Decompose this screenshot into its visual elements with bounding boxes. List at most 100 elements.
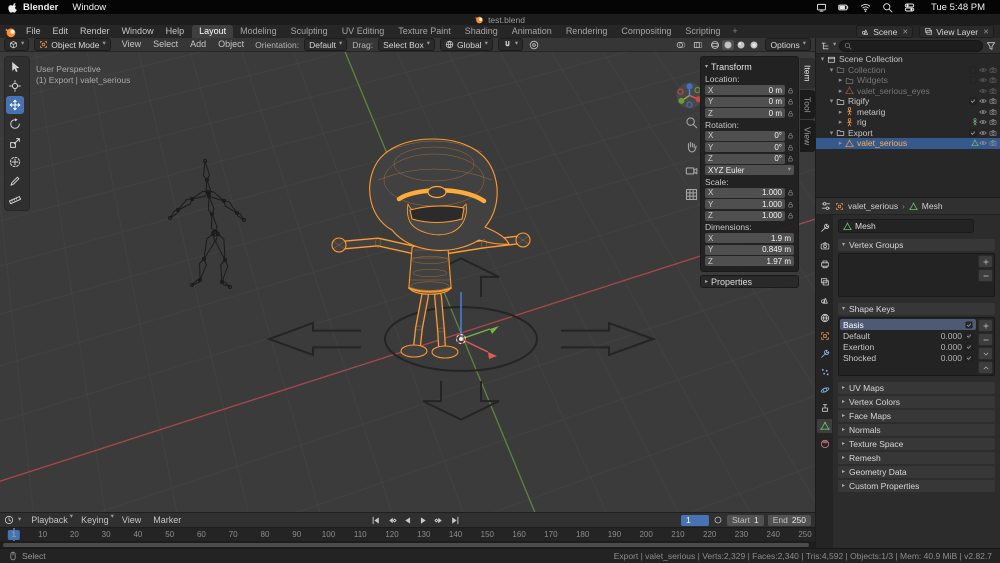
tool-move[interactable]: [6, 96, 24, 114]
panel-expand-icon[interactable]: ▾: [705, 64, 708, 70]
vertex-group-add-button[interactable]: [978, 255, 993, 268]
disclosure-right-icon[interactable]: ▸: [836, 118, 845, 126]
outliner-row-scene-collection[interactable]: ▾ Scene Collection: [816, 54, 1000, 65]
outliner-row-rig[interactable]: ▸ rig: [816, 117, 1000, 128]
viewport-3d[interactable]: User Perspective (1) Export | valet_seri…: [0, 52, 815, 512]
eye-toggle-icon[interactable]: [979, 97, 987, 105]
shape-key-mute-checkbox[interactable]: [965, 321, 973, 329]
properties-tab-object[interactable]: [817, 329, 832, 343]
previous-keyframe-button[interactable]: [384, 515, 398, 527]
vertex-group-remove-button[interactable]: [978, 269, 993, 282]
camera-toggle-icon[interactable]: [989, 118, 997, 126]
shape-key-move-up-button[interactable]: [978, 361, 993, 374]
disclosure-down-icon[interactable]: ▾: [827, 66, 836, 74]
workspace-tab-compositing[interactable]: Compositing: [614, 25, 678, 38]
outliner-row-widgets[interactable]: ▸ Widgets: [816, 75, 1000, 86]
workspace-tab-texture-paint[interactable]: Texture Paint: [391, 25, 458, 38]
lock-icon[interactable]: [787, 110, 794, 117]
rotation-field-x[interactable]: X 0°: [705, 130, 785, 141]
outliner-row-valet-serious-eyes[interactable]: ▸ valet_serious_eyes: [816, 86, 1000, 97]
remove-view-layer-icon[interactable]: ✕: [983, 28, 989, 36]
snapping-dropdown[interactable]: ▾: [497, 38, 524, 51]
panel-normals[interactable]: ▸ Normals: [838, 424, 995, 436]
lock-icon[interactable]: [787, 189, 794, 196]
shape-key-row-exertion[interactable]: Exertion 0.000: [840, 341, 976, 352]
lock-icon[interactable]: [787, 132, 794, 139]
editor-type-selector[interactable]: ▾: [4, 38, 30, 51]
shape-key-value[interactable]: 0.000: [941, 331, 962, 341]
unlink-scene-icon[interactable]: ✕: [902, 28, 908, 36]
auto-keying-icon[interactable]: [713, 515, 723, 525]
options-dropdown[interactable]: Options ▾: [765, 38, 811, 51]
panel-uv-maps[interactable]: ▸ UV Maps: [838, 382, 995, 394]
sidebar-properties-panel[interactable]: ▸ Properties: [700, 275, 799, 288]
menu-help[interactable]: Help: [160, 25, 191, 38]
shape-key-mute-checkbox[interactable]: [965, 343, 973, 351]
timeline-ruler[interactable]: 1 1 10 20 30 40 50 60 70 80 90 100 110 120 130 140 150 1…: [0, 527, 815, 542]
camera-toggle-icon[interactable]: [989, 97, 997, 105]
properties-tab-material[interactable]: [817, 437, 832, 451]
camera-toggle-icon[interactable]: [989, 87, 997, 95]
outliner-row-valet-serious[interactable]: ▸ valet_serious: [816, 138, 1000, 149]
panel-collapsed-icon[interactable]: ▸: [705, 279, 708, 285]
drag-dropdown[interactable]: Select Box ▾: [378, 38, 435, 51]
properties-tab-world[interactable]: [817, 311, 832, 325]
properties-tab-particles[interactable]: [817, 365, 832, 379]
eye-toggle-icon[interactable]: [979, 87, 987, 95]
workspace-tab-scripting[interactable]: Scripting: [678, 25, 727, 38]
apple-logo-icon[interactable]: [8, 2, 19, 13]
timeline-menu-view[interactable]: View: [116, 514, 147, 527]
outliner-search[interactable]: [839, 39, 983, 52]
lock-icon[interactable]: [787, 201, 794, 208]
play-reverse-button[interactable]: [400, 515, 414, 527]
current-frame-field[interactable]: 1: [681, 514, 709, 526]
mode-selector[interactable]: Object Mode ▾: [34, 38, 111, 51]
disclosure-down-icon[interactable]: ▾: [818, 55, 827, 63]
shading-wireframe-button[interactable]: [709, 40, 721, 50]
tool-annotate[interactable]: [6, 172, 24, 190]
proportional-editing-icon[interactable]: [528, 40, 540, 50]
zoom-icon[interactable]: [685, 116, 698, 129]
properties-tab-view-layer[interactable]: [817, 275, 832, 289]
show-overlays-icon[interactable]: [675, 40, 687, 50]
lock-icon[interactable]: [787, 155, 794, 162]
tool-measure[interactable]: [6, 191, 24, 209]
sidebar-tab-item[interactable]: Item: [800, 58, 815, 89]
scene-selector[interactable]: Scene ✕: [856, 25, 914, 38]
shape-keys-panel-header[interactable]: ▾ Shape Keys: [838, 303, 995, 315]
properties-tab-tool[interactable]: [817, 221, 832, 235]
lock-icon[interactable]: [787, 212, 794, 219]
disclosure-down-icon[interactable]: ▾: [827, 129, 836, 137]
shape-key-mute-checkbox[interactable]: [965, 354, 973, 362]
tool-rotate[interactable]: [6, 115, 24, 133]
menu-window[interactable]: Window: [116, 25, 160, 38]
properties-tab-scene[interactable]: [817, 293, 832, 307]
transform-orientation-dropdown[interactable]: Global ▾: [440, 38, 493, 51]
panel-geometry-data[interactable]: ▸ Geometry Data: [838, 466, 995, 478]
next-keyframe-button[interactable]: [432, 515, 446, 527]
display-icon[interactable]: [816, 2, 827, 13]
dimensions-field-y[interactable]: Y 0.849 m: [705, 244, 794, 255]
shape-key-remove-button[interactable]: [978, 333, 993, 346]
shading-rendered-button[interactable]: [748, 40, 760, 50]
rotation-mode-dropdown[interactable]: XYZ Euler ▾: [705, 165, 794, 175]
camera-toggle-icon[interactable]: [989, 108, 997, 116]
outliner-search-input[interactable]: [855, 41, 978, 50]
workspace-tab-modeling[interactable]: Modeling: [233, 25, 284, 38]
shading-solid-button[interactable]: [722, 39, 735, 50]
disclosure-right-icon[interactable]: ▸: [836, 139, 845, 147]
editor-outliner-icon[interactable]: [820, 41, 830, 51]
disclosure-right-icon[interactable]: ▸: [836, 108, 845, 116]
timeline-scrollbar[interactable]: [0, 541, 815, 548]
transform-panel-header[interactable]: ▾ Transform: [705, 60, 794, 73]
location-field-z[interactable]: Z 0 m: [705, 108, 785, 118]
viewport-menu-add[interactable]: Add: [184, 38, 212, 51]
battery-icon[interactable]: [838, 2, 849, 13]
properties-tab-physics[interactable]: [817, 383, 832, 397]
camera-toggle-icon[interactable]: [989, 66, 997, 74]
character-mesh[interactable]: [331, 138, 531, 359]
timeline-menu-marker[interactable]: Marker: [147, 514, 187, 527]
outliner-row-rigify[interactable]: ▾ Rigify: [816, 96, 1000, 107]
breadcrumb-object[interactable]: valet_serious: [848, 201, 898, 211]
jump-to-start-button[interactable]: [368, 515, 382, 527]
